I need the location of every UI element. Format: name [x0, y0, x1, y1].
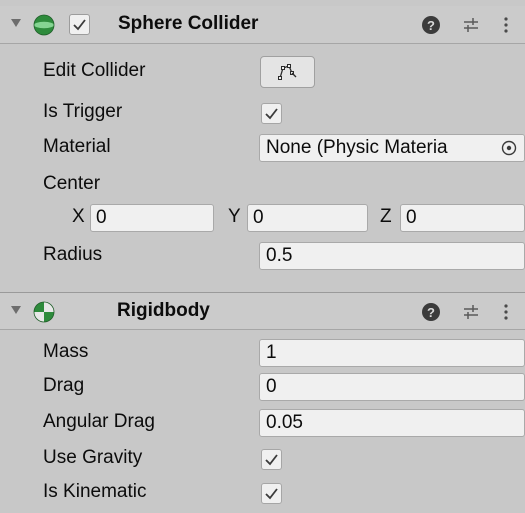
- center-row: Center: [0, 168, 525, 202]
- angular-drag-label: Angular Drag: [43, 411, 155, 432]
- edit-collider-label: Edit Collider: [43, 60, 146, 81]
- center-y-label: Y: [228, 206, 241, 227]
- sphere-collider-title: Sphere Collider: [118, 13, 259, 34]
- foldout-arrow-icon[interactable]: [11, 306, 21, 314]
- drag-field[interactable]: 0: [259, 373, 525, 401]
- rigidbody-header[interactable]: Rigidbody ?: [0, 292, 525, 330]
- center-vector-row: X 0 Y 0 Z 0: [0, 201, 525, 235]
- rigidbody-icon: [33, 301, 55, 323]
- use-gravity-label: Use Gravity: [43, 447, 143, 468]
- is-trigger-checkbox[interactable]: [261, 103, 282, 124]
- help-icon[interactable]: ?: [422, 303, 440, 321]
- foldout-arrow-icon[interactable]: [11, 19, 21, 27]
- material-row: Material None (Physic Materia: [0, 131, 525, 165]
- checkmark-icon: [265, 108, 278, 120]
- material-object-field[interactable]: None (Physic Materia: [259, 134, 525, 162]
- checkmark-icon: [265, 488, 278, 500]
- sphere-collider-icon: [33, 14, 55, 36]
- center-x-label: X: [72, 206, 85, 227]
- material-value: None (Physic Materia: [266, 137, 448, 158]
- menu-icon[interactable]: [502, 303, 510, 321]
- checkmark-icon: [73, 19, 86, 31]
- is-kinematic-row: Is Kinematic: [0, 476, 525, 510]
- rigidbody-title: Rigidbody: [117, 300, 210, 321]
- inspector-panel: Sphere Collider ? Edit Collider Is Trigg…: [0, 0, 525, 513]
- radius-label: Radius: [43, 244, 103, 265]
- is-kinematic-checkbox[interactable]: [261, 483, 282, 504]
- preset-icon[interactable]: [462, 303, 480, 321]
- center-y-field[interactable]: 0: [247, 204, 368, 232]
- preset-icon[interactable]: [462, 16, 480, 34]
- material-label: Material: [43, 136, 111, 157]
- edit-collider-icon: [277, 64, 296, 80]
- checkmark-icon: [265, 454, 278, 466]
- is-kinematic-label: Is Kinematic: [43, 481, 147, 502]
- is-trigger-label: Is Trigger: [43, 101, 123, 122]
- menu-icon[interactable]: [502, 16, 510, 34]
- drag-label: Drag: [43, 375, 85, 396]
- edit-collider-button[interactable]: [260, 56, 315, 88]
- radius-field[interactable]: 0.5: [259, 242, 525, 270]
- center-z-field[interactable]: 0: [400, 204, 525, 232]
- use-gravity-row: Use Gravity: [0, 442, 525, 476]
- object-picker-icon[interactable]: [494, 135, 524, 161]
- header-icons: ?: [422, 302, 517, 322]
- drag-row: Drag 0: [0, 370, 525, 404]
- edit-collider-row: Edit Collider: [0, 55, 525, 89]
- angular-drag-row: Angular Drag 0.05: [0, 406, 525, 440]
- angular-drag-field[interactable]: 0.05: [259, 409, 525, 437]
- center-label: Center: [43, 173, 101, 194]
- mass-field[interactable]: 1: [259, 339, 525, 367]
- mass-label: Mass: [43, 341, 89, 362]
- use-gravity-checkbox[interactable]: [261, 449, 282, 470]
- header-icons: ?: [422, 15, 517, 35]
- radius-row: Radius 0.5: [0, 239, 525, 273]
- help-icon[interactable]: ?: [422, 16, 440, 34]
- center-x-field[interactable]: 0: [90, 204, 214, 232]
- sphere-collider-header[interactable]: Sphere Collider ?: [0, 6, 525, 44]
- is-trigger-row: Is Trigger: [0, 96, 525, 130]
- sphere-collider-enabled-checkbox[interactable]: [69, 14, 90, 35]
- mass-row: Mass 1: [0, 336, 525, 370]
- center-z-label: Z: [380, 206, 392, 227]
